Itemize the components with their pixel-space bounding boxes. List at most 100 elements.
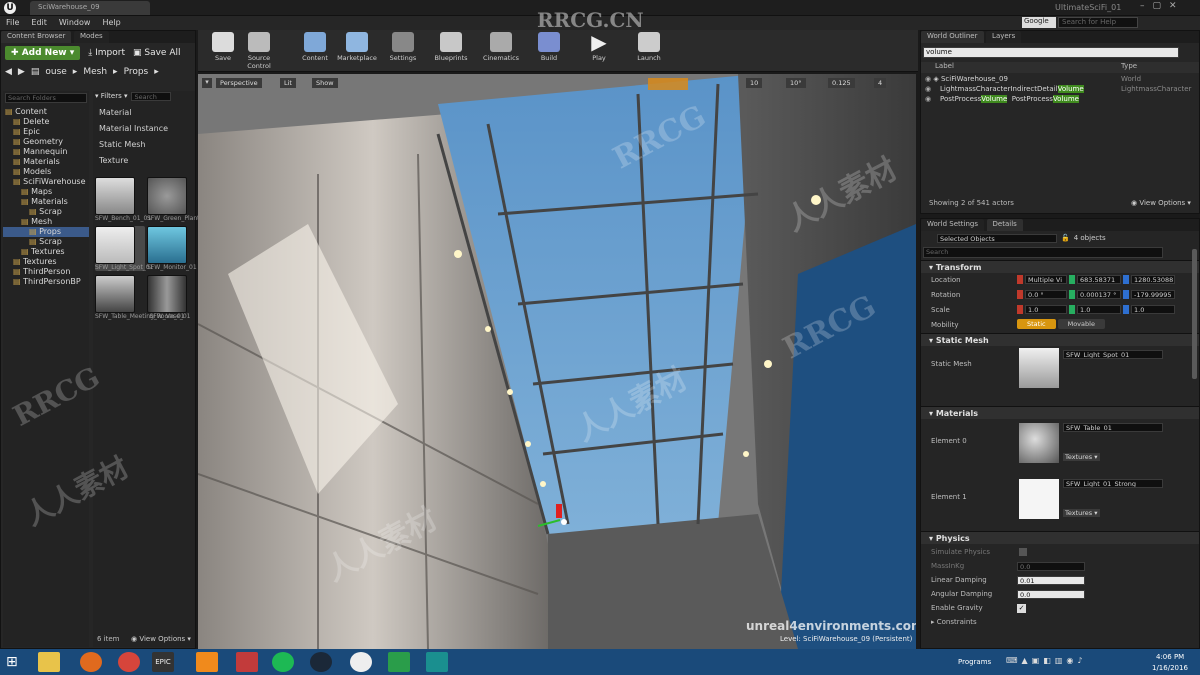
details-scrollbar[interactable]	[1192, 249, 1197, 379]
launch-button[interactable]: Launch	[626, 32, 672, 68]
folder-tree-item[interactable]: ▤ Mesh	[3, 217, 89, 227]
outliner-search-input[interactable]: volume	[923, 47, 1179, 58]
spotify-icon[interactable]	[272, 652, 294, 672]
breadcrumb-item[interactable]: Props	[124, 67, 149, 77]
static-mesh-dropdown[interactable]: SFW_Light_Spot_01	[1063, 350, 1163, 359]
eye-icon[interactable]: ◉	[925, 85, 933, 93]
import-button[interactable]: ⤓ Import	[88, 48, 125, 58]
location-label[interactable]: Location	[931, 276, 961, 284]
angular-damping-input[interactable]: 0.0	[1017, 590, 1085, 599]
simulate-physics-checkbox[interactable]	[1019, 548, 1027, 556]
filter-material-instance[interactable]: Material Instance	[93, 121, 195, 137]
breadcrumb-item[interactable]: Mesh	[83, 67, 107, 77]
outliner-row-postprocess[interactable]: ◉ PostProcessVolume PostProcessVolume	[925, 94, 1199, 104]
textures-1-button[interactable]: Textures ▾	[1063, 509, 1100, 517]
filter-texture[interactable]: Texture	[93, 153, 195, 169]
tab-world-settings[interactable]: World Settings	[921, 219, 984, 231]
textures-0-button[interactable]: Textures ▾	[1063, 453, 1100, 461]
folder-tree-item[interactable]: ▤ Materials	[3, 157, 89, 167]
material-0-thumbnail[interactable]	[1019, 423, 1059, 463]
asset-tile-selected[interactable]: SFW_Light_Spot_01	[95, 226, 153, 271]
mass-input[interactable]: 0.0	[1017, 562, 1085, 571]
section-transform[interactable]: ▾ Transform	[921, 260, 1199, 273]
folder-tree-item[interactable]: ▤ Materials	[3, 197, 89, 207]
camera-speed-value[interactable]: 4	[874, 78, 887, 88]
lit-button[interactable]: Lit	[280, 78, 296, 88]
tray-icons[interactable]: ⌨▲▣◧▥◉♪	[1006, 656, 1126, 668]
search-engine-dropdown[interactable]: Google	[1022, 17, 1056, 28]
settings-button[interactable]: Settings	[380, 32, 426, 68]
tab-layers[interactable]: Layers	[986, 31, 1022, 43]
eye-icon[interactable]: ◉	[925, 95, 933, 103]
linear-damping-input[interactable]: 0.01	[1017, 576, 1085, 585]
unreal-editor-icon[interactable]	[350, 652, 372, 672]
camtasia-icon[interactable]	[388, 652, 410, 672]
folder-tree-item[interactable]: ▤ Delete	[3, 117, 89, 127]
folder-tree-item[interactable]: ▤ Geometry	[3, 137, 89, 147]
material-0-dropdown[interactable]: SFW_Table_01	[1063, 423, 1163, 432]
folder-tree-item[interactable]: ▤ ThirdPerson	[3, 267, 89, 277]
menu-edit[interactable]: Edit	[25, 16, 53, 27]
add-new-button[interactable]: ✚ Add New ▾	[5, 46, 81, 60]
show-button[interactable]: Show	[312, 78, 338, 88]
menu-file[interactable]: File	[0, 16, 25, 27]
filter-material[interactable]: Material	[93, 105, 195, 121]
asset-tile[interactable]: SFW_Monitor_01	[147, 226, 197, 271]
location-x[interactable]: Multiple Vi	[1025, 275, 1067, 284]
breadcrumb-item[interactable]: ouse	[45, 67, 66, 77]
filter-static-mesh[interactable]: Static Mesh	[93, 137, 195, 153]
rotation-x[interactable]: 0.0 °	[1025, 290, 1067, 299]
static-mesh-thumbnail[interactable]	[1019, 348, 1059, 388]
epic-launcher-icon[interactable]: EPIC	[152, 652, 174, 672]
constraints-label[interactable]: ▸ Constraints	[931, 618, 977, 626]
marketplace-button[interactable]: Marketplace	[334, 32, 380, 68]
folder-tree-item[interactable]: ▤ Scrap	[3, 237, 89, 247]
folder-tree-item[interactable]: ▤ Scrap	[3, 207, 89, 217]
window-controls[interactable]: –▢✕	[1140, 1, 1198, 14]
tab-modes[interactable]: Modes	[73, 31, 109, 43]
folder-tree-item[interactable]: ▤ Epic	[3, 127, 89, 137]
viewport[interactable]: ▾ Perspective Lit Show 10 10° 0.125 4 Le…	[198, 74, 916, 649]
vlc-icon[interactable]	[196, 652, 218, 672]
clock-time[interactable]: 4:06 PM	[1156, 653, 1184, 661]
folder-tree-item[interactable]: ▤ Content	[3, 107, 89, 117]
lock-icon[interactable]: 🔓	[1061, 234, 1070, 242]
section-static-mesh[interactable]: ▾ Static Mesh	[921, 333, 1199, 346]
mobility-movable-button[interactable]: Movable	[1057, 319, 1105, 329]
maya-icon[interactable]	[426, 652, 448, 672]
folder-tree-item[interactable]: ▤ Textures	[3, 257, 89, 267]
back-icon[interactable]: ◀	[5, 67, 12, 77]
save-all-button[interactable]: ▣ Save All	[133, 48, 181, 58]
view-options-button[interactable]: ◉ View Options ▾	[131, 635, 191, 643]
outliner-row-world[interactable]: ◉ ◈ SciFiWarehouse_09 World	[925, 74, 1199, 84]
asset-tile[interactable]: SFW_Bench_01_01	[95, 177, 151, 222]
help-search-input[interactable]: Search for Help	[1058, 17, 1138, 28]
folder-tree-item[interactable]: ▤ Models	[3, 167, 89, 177]
perspective-button[interactable]: Perspective	[216, 78, 262, 88]
clock-date[interactable]: 1/16/2016	[1152, 664, 1188, 672]
app-icon[interactable]	[236, 652, 258, 672]
menu-help[interactable]: Help	[96, 16, 126, 27]
folder-tree-item[interactable]: ▤ Textures	[3, 247, 89, 257]
firefox-icon[interactable]	[80, 652, 102, 672]
chrome-icon[interactable]	[118, 652, 140, 672]
section-physics[interactable]: ▾ Physics	[921, 531, 1199, 544]
location-z[interactable]: 1280.53088	[1131, 275, 1175, 284]
rotation-z[interactable]: -179.99995	[1131, 290, 1175, 299]
transform-tools[interactable]	[648, 78, 688, 90]
source-control-button[interactable]: Source Control	[236, 32, 282, 70]
file-explorer-icon[interactable]	[38, 652, 60, 672]
cinematics-button[interactable]: Cinematics	[478, 32, 524, 68]
tab-content-browser[interactable]: Content Browser	[1, 31, 72, 43]
viewport-options-button[interactable]: ▾	[202, 78, 212, 88]
programs-label[interactable]: Programs	[958, 658, 991, 666]
folder-tree-item[interactable]: ▤ ThirdPersonBP	[3, 277, 89, 287]
document-tab[interactable]: SciWarehouse_09	[30, 1, 150, 15]
steam-icon[interactable]	[310, 652, 332, 672]
section-materials[interactable]: ▾ Materials	[921, 406, 1199, 419]
scale-label[interactable]: Scale	[931, 306, 950, 314]
scale-z[interactable]: 1.0	[1131, 305, 1175, 314]
material-1-dropdown[interactable]: SFW_Light_01_Strong	[1063, 479, 1163, 488]
asset-tile[interactable]: SFW_Vase_01	[147, 275, 197, 320]
windows-start-icon[interactable]: ⊞	[6, 654, 24, 670]
